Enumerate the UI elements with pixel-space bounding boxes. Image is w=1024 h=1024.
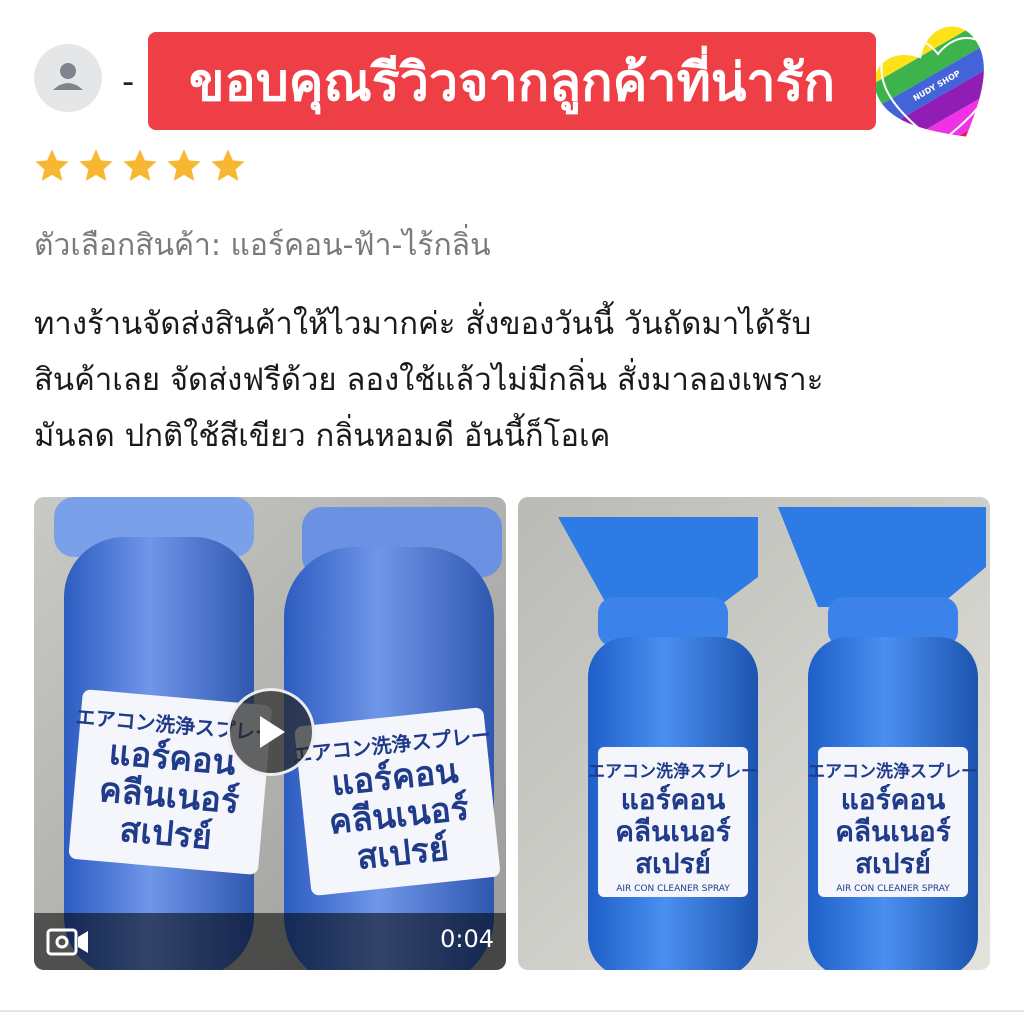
review-text: ทางร้านจัดส่งสินค้าให้ไวมากค่ะ สั่งของวั… xyxy=(34,296,984,464)
svg-text:สเปรย์: สเปรย์ xyxy=(855,847,931,880)
svg-text:AIR CON CLEANER SPRAY: AIR CON CLEANER SPRAY xyxy=(616,884,730,894)
svg-text:エアコン洗浄スプレー: エアコン洗浄スプレー xyxy=(588,761,758,782)
star-icon xyxy=(35,149,69,181)
star-icon xyxy=(167,149,201,181)
reviewer-name: - xyxy=(122,62,135,102)
divider xyxy=(0,1010,1024,1012)
svg-text:AIR CON CLEANER SPRAY: AIR CON CLEANER SPRAY xyxy=(836,884,950,894)
person-icon xyxy=(53,63,83,90)
review-photo-image: エアコン洗浄スプレー แอร์คอน คลีนเนอร์ สเปรย์ AIR … xyxy=(518,497,990,970)
shop-logo-heart-icon: NUDY SHOP xyxy=(876,26,1000,150)
review-photo-thumbnail[interactable]: エアコン洗浄スプレー แอร์คอน คลีนเนอร์ สเปรย์ AIR … xyxy=(518,497,990,970)
play-icon xyxy=(260,716,285,748)
svg-text:สเปรย์: สเปรย์ xyxy=(635,847,711,880)
avatar[interactable] xyxy=(34,44,102,112)
play-button[interactable] xyxy=(227,688,315,776)
svg-text:คลีนเนอร์: คลีนเนอร์ xyxy=(615,815,731,848)
review-line: สินค้าเลย จัดส่งฟรีด้วย ลองใช้แล้วไม่มีก… xyxy=(34,362,824,398)
star-icon xyxy=(211,149,245,181)
product-variation: ตัวเลือกสินค้า: แอร์คอน-ฟ้า-ไร้กลิ่น xyxy=(34,228,491,263)
svg-text:แอร์คอน: แอร์คอน xyxy=(841,783,946,816)
svg-text:สเปรย์: สเปรย์ xyxy=(118,810,213,858)
review-video-thumbnail[interactable]: エアコン洗浄スプレー แอร์คอน คลีนเนอร์ สเปรย์ エアコン… xyxy=(34,497,506,970)
star-icon xyxy=(123,149,157,181)
video-camera-icon xyxy=(46,928,88,956)
video-info-bar: 0:04 xyxy=(34,913,506,970)
thank-you-banner: ขอบคุณรีวิวจากลูกค้าที่น่ารัก xyxy=(148,32,876,130)
review-line: ทางร้านจัดส่งสินค้าให้ไวมากค่ะ สั่งของวั… xyxy=(34,306,812,342)
star-icon xyxy=(79,149,113,181)
svg-text:แอร์คอน: แอร์คอน xyxy=(621,783,726,816)
banner-text: ขอบคุณรีวิวจากลูกค้าที่น่ารัก xyxy=(188,52,836,113)
star-rating xyxy=(32,146,248,186)
video-duration: 0:04 xyxy=(440,925,494,953)
review-line: มันลด ปกติใช้สีเขียว กลิ่นหอมดี อันนี้ก็… xyxy=(34,418,611,454)
svg-text:คลีนเนอร์: คลีนเนอร์ xyxy=(835,815,951,848)
svg-text:エアコン洗浄スプレー: エアコン洗浄スプレー xyxy=(808,761,978,782)
